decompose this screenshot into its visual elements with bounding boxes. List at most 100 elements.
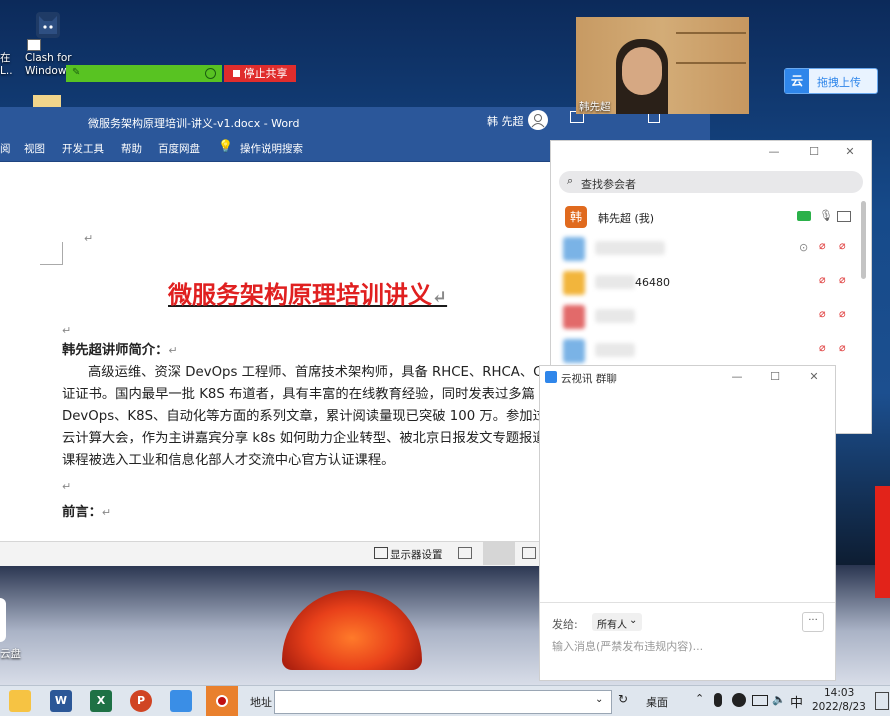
drag-upload-button[interactable]: 云 拖拽上传	[784, 68, 878, 94]
word-user-name[interactable]: 韩 先超	[487, 113, 524, 129]
tab-developer[interactable]: 开发工具	[62, 141, 104, 156]
clock-time[interactable]: 14:03	[824, 687, 854, 699]
file-explorer-icon[interactable]	[9, 690, 31, 712]
tab-baidu-disk[interactable]: 百度网盘	[158, 141, 200, 156]
chevron-down-icon: ⌄	[629, 615, 638, 626]
close-icon[interactable]: ✕	[807, 370, 821, 384]
camera-off-icon[interactable]: ⌀	[839, 273, 846, 286]
recipient-value: 所有人	[597, 620, 627, 631]
recorder-app-icon[interactable]	[206, 686, 238, 716]
bio-line-3: DevOps、K8S、自动化等方面的系列文章，累计阅读量现已突破 100 万。参…	[62, 409, 573, 424]
search-placeholder: 查找参会者	[581, 178, 636, 191]
tell-me-search[interactable]: 操作说明搜索	[240, 141, 303, 156]
participant-name: 46480	[635, 276, 670, 289]
excel-icon[interactable]: X	[90, 690, 112, 712]
powerpoint-icon[interactable]: P	[130, 690, 152, 712]
participant-search-input[interactable]: ⌕ 查找参会者	[559, 171, 863, 193]
microphone-tray-icon[interactable]	[714, 693, 722, 707]
stop-share-label: 停止共享	[243, 67, 288, 80]
shelf-line	[676, 62, 746, 64]
desktop-toolbar-label[interactable]: 桌面	[646, 694, 668, 710]
more-options-button[interactable]: ···	[802, 612, 824, 632]
camera-off-icon[interactable]: ⌀	[839, 239, 846, 252]
maximize-icon[interactable]: ☐	[768, 370, 782, 384]
send-to-label: 发给:	[552, 618, 578, 631]
avatar	[563, 305, 585, 329]
participant-row[interactable]: ⌀ ⌀	[563, 305, 855, 331]
clash-cat-icon[interactable]	[36, 12, 60, 38]
desktop-icon-label-partial[interactable]: 在 L..	[0, 52, 16, 78]
participant-row[interactable]: 46480 ⌀ ⌀	[563, 271, 855, 297]
participant-row[interactable]: ⌀ ⌀	[563, 339, 855, 365]
word-icon[interactable]: W	[50, 690, 72, 712]
read-mode-icon[interactable]	[458, 547, 472, 559]
participant-name-blurred	[595, 343, 635, 357]
meeting-app-icon[interactable]	[170, 690, 192, 712]
tab-review[interactable]: 阅	[0, 141, 11, 156]
avatar	[563, 339, 585, 363]
chevron-up-icon[interactable]: ⌃	[695, 692, 704, 705]
camera-icon[interactable]	[837, 211, 851, 222]
section2-title: 前言：↵	[62, 502, 582, 524]
participant-row-me[interactable]: 韩 韩先超 (我) 🎙	[563, 205, 855, 231]
participant-name-blurred	[595, 241, 665, 255]
paragraph-mark: ↵	[62, 480, 72, 493]
desktop-icon-label-clouddisk[interactable]: 云盘	[0, 646, 21, 661]
document-heading-text: 微服务架构原理培训讲义	[168, 280, 432, 309]
monitor-icon[interactable]	[374, 547, 388, 559]
ime-indicator[interactable]: 中	[790, 692, 803, 711]
host-dot-icon: ⊙	[799, 241, 809, 254]
avatar: 韩	[565, 206, 587, 228]
microphone-icon[interactable]: 🎙	[819, 209, 833, 222]
camera-off-icon[interactable]: ⌀	[839, 307, 846, 320]
clock-date[interactable]: 2022/8/23	[812, 701, 866, 713]
paragraph-mark: ↵	[432, 287, 448, 308]
tab-help[interactable]: 帮助	[121, 141, 142, 156]
camera-off-icon[interactable]: ⌀	[839, 341, 846, 354]
minimize-icon[interactable]: —	[730, 370, 744, 384]
recipient-select[interactable]: 所有人 ⌄	[592, 613, 642, 631]
mic-muted-icon[interactable]: ⌀	[819, 239, 826, 252]
chevron-down-icon[interactable]: ⌄	[595, 694, 603, 705]
scrollbar[interactable]	[861, 201, 866, 279]
shelf-line	[676, 32, 746, 34]
maximize-icon[interactable]: ☐	[807, 145, 821, 159]
paragraph-mark: ↵	[62, 324, 72, 337]
shortcut-arrow-icon	[27, 39, 41, 51]
display-settings-label[interactable]: 显示器设置	[390, 547, 443, 562]
print-layout-icon[interactable]	[483, 542, 515, 565]
refresh-icon[interactable]: ↻	[618, 692, 628, 706]
cloud-disk-icon[interactable]	[0, 598, 6, 642]
message-input[interactable]: 输入消息(严禁发布违规内容)...	[552, 638, 703, 654]
web-layout-icon[interactable]	[522, 547, 536, 559]
participant-row[interactable]: ⊙ ⌀ ⌀	[563, 237, 855, 263]
qq-tray-icon[interactable]	[732, 693, 746, 707]
lenovo-tag	[875, 486, 890, 598]
volume-icon[interactable]: 🔈	[772, 693, 786, 706]
battery-icon[interactable]	[752, 695, 768, 706]
section1-title-text: 韩先超讲师简介：	[62, 343, 169, 358]
cloud-logo-icon: 云	[785, 69, 809, 93]
paragraph-mark: ↵	[101, 506, 112, 519]
taskbar: W X P 地址 ⌄ ↻ 桌面 ⌃ 🔈 中 14:03 2022/8/23	[0, 685, 890, 716]
user-avatar-icon[interactable]	[528, 110, 548, 130]
screen-share-bar: ✎ 停止共享	[66, 65, 296, 82]
notification-icon[interactable]	[875, 692, 889, 710]
tab-view[interactable]: 视图	[24, 141, 45, 156]
share-status-bar: ✎	[66, 65, 222, 82]
paragraph-mark: ↵	[168, 344, 178, 357]
lightbulb-icon[interactable]: 💡	[218, 139, 233, 153]
mic-muted-icon[interactable]: ⌀	[819, 341, 826, 354]
section2-title-text: 前言：	[62, 505, 102, 520]
video-tile[interactable]: 韩先超	[576, 17, 749, 114]
minimize-icon[interactable]: —	[767, 145, 781, 159]
stop-share-button[interactable]: 停止共享	[224, 65, 296, 82]
app-logo-icon	[545, 371, 557, 383]
upload-label: 拖拽上传	[817, 76, 861, 89]
video-name-label: 韩先超	[579, 101, 611, 113]
folder-icon[interactable]	[33, 95, 61, 107]
address-bar-input[interactable]: ⌄	[274, 690, 612, 714]
close-icon[interactable]: ✕	[843, 145, 857, 159]
mic-muted-icon[interactable]: ⌀	[819, 273, 826, 286]
mic-muted-icon[interactable]: ⌀	[819, 307, 826, 320]
